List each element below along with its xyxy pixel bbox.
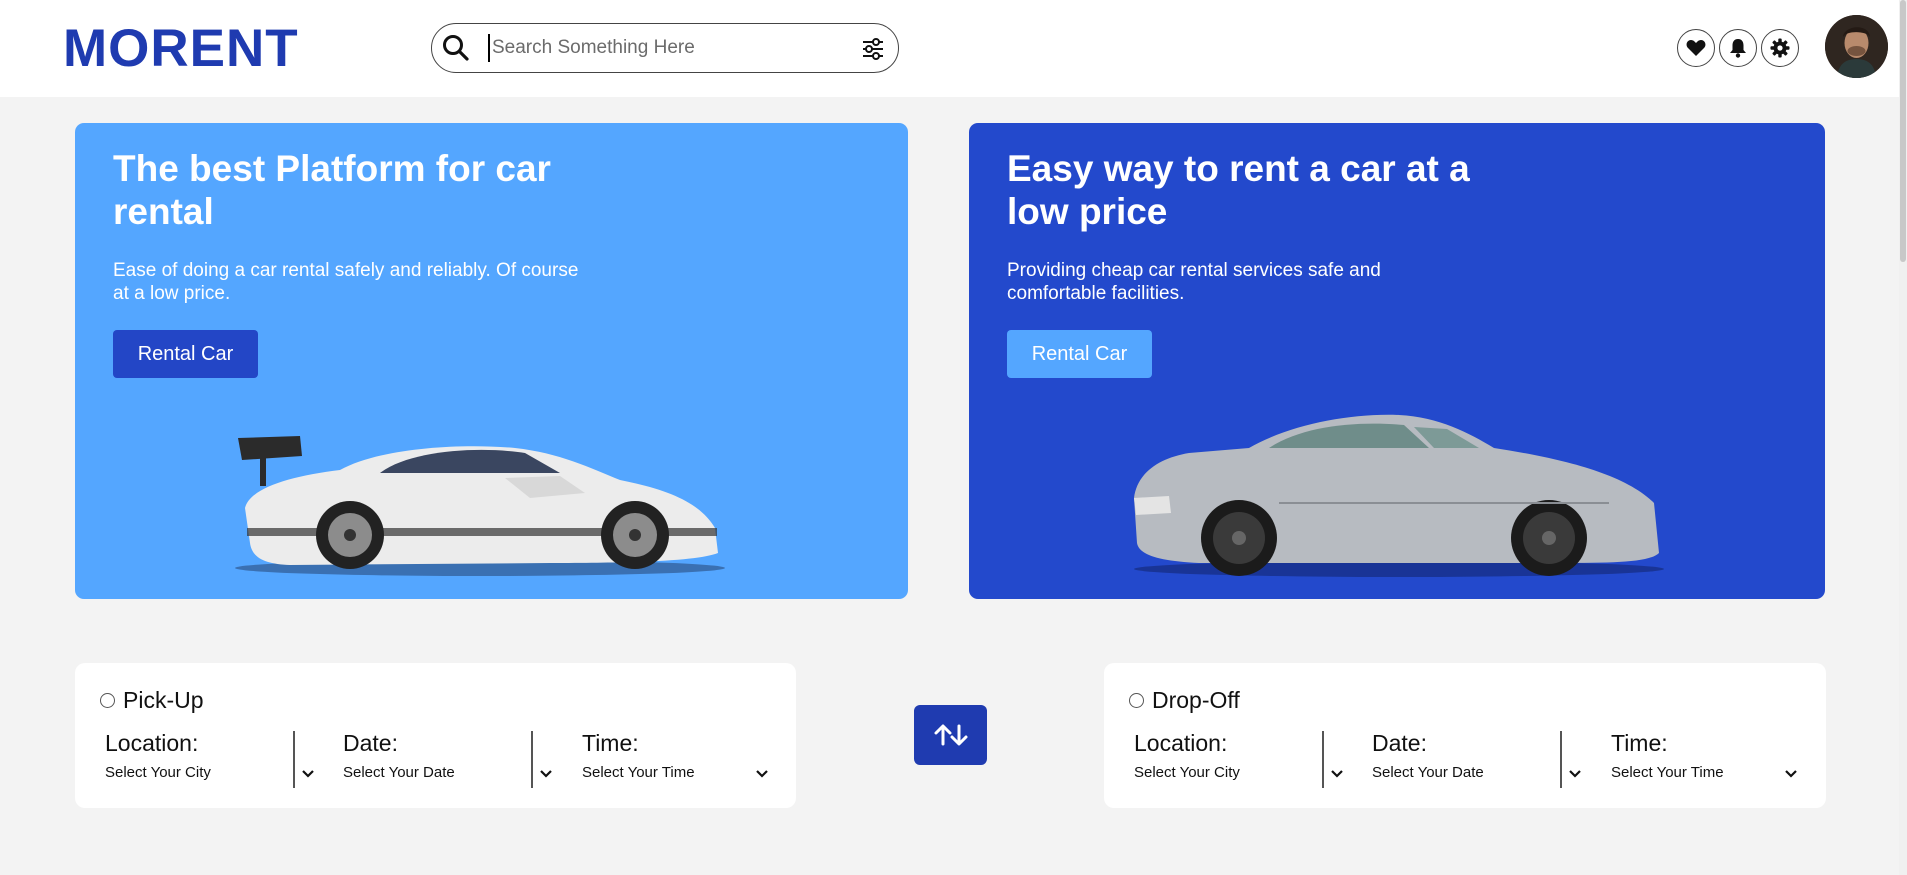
filter-icon[interactable] bbox=[860, 36, 886, 62]
search-input[interactable] bbox=[488, 34, 828, 62]
chevron-down-icon bbox=[540, 770, 552, 778]
scrollbar-thumb[interactable] bbox=[1900, 0, 1906, 262]
bell-icon bbox=[1730, 39, 1746, 58]
date-label: Date: bbox=[343, 730, 398, 756]
dropoff-time-select[interactable]: Time: Select Your Time bbox=[1611, 730, 1808, 793]
search-bar bbox=[431, 23, 899, 73]
pickup-location-select[interactable]: Location: Select Your City bbox=[105, 730, 325, 793]
pickup-title: Pick-Up bbox=[123, 687, 204, 713]
dropoff-location-select[interactable]: Location: Select Your City bbox=[1134, 730, 1354, 793]
chevron-down-icon bbox=[302, 770, 314, 778]
date-value: Select Your Date bbox=[1372, 764, 1484, 781]
field-divider bbox=[531, 731, 533, 788]
field-divider bbox=[293, 731, 295, 788]
hero-card-low-price: Easy way to rent a car at a low price Pr… bbox=[969, 123, 1825, 599]
location-label: Location: bbox=[105, 730, 199, 756]
time-value: Select Your Time bbox=[1611, 764, 1724, 781]
date-label: Date: bbox=[1372, 730, 1427, 756]
rental-car-button[interactable]: Rental Car bbox=[1007, 330, 1152, 378]
chevron-down-icon bbox=[756, 770, 768, 778]
hero-title: The best Platform for car rental bbox=[113, 148, 551, 232]
gear-icon bbox=[1770, 38, 1790, 58]
pickup-radio[interactable] bbox=[100, 693, 115, 708]
hero-description: Ease of doing a car rental safely and re… bbox=[113, 260, 579, 304]
heart-icon bbox=[1686, 40, 1706, 56]
location-value: Select Your City bbox=[105, 764, 211, 781]
time-label: Time: bbox=[1611, 730, 1668, 756]
dropoff-radio[interactable] bbox=[1129, 693, 1144, 708]
favorites-button[interactable] bbox=[1677, 29, 1715, 67]
dropoff-header[interactable]: Drop-Off bbox=[1129, 687, 1240, 714]
notifications-button[interactable] bbox=[1719, 29, 1757, 67]
chevron-down-icon bbox=[1785, 770, 1797, 778]
time-label: Time: bbox=[582, 730, 639, 756]
field-divider bbox=[1322, 731, 1324, 788]
time-value: Select Your Time bbox=[582, 764, 695, 781]
dropoff-date-select[interactable]: Date: Select Your Date bbox=[1372, 730, 1592, 793]
pickup-date-select[interactable]: Date: Select Your Date bbox=[343, 730, 563, 793]
pickup-header[interactable]: Pick-Up bbox=[100, 687, 204, 714]
silver-sports-car-image bbox=[1134, 414, 1664, 577]
swap-locations-button[interactable] bbox=[914, 705, 987, 765]
hero-card-platform: The best Platform for car rental Ease of… bbox=[75, 123, 908, 599]
chevron-down-icon bbox=[1569, 770, 1581, 778]
settings-button[interactable] bbox=[1761, 29, 1799, 67]
field-divider bbox=[1560, 731, 1562, 788]
chevron-down-icon bbox=[1331, 770, 1343, 778]
dropoff-panel: Drop-Off Location: Select Your City Date… bbox=[1104, 663, 1826, 808]
pickup-panel: Pick-Up Location: Select Your City Date:… bbox=[75, 663, 796, 808]
search-icon[interactable] bbox=[441, 33, 471, 63]
hero-title: Easy way to rent a car at a low price bbox=[1007, 148, 1470, 232]
pickup-time-select[interactable]: Time: Select Your Time bbox=[582, 730, 779, 793]
vertical-scrollbar[interactable] bbox=[1899, 0, 1907, 875]
rental-car-button[interactable]: Rental Car bbox=[113, 330, 258, 378]
white-sports-car-image bbox=[235, 436, 725, 576]
hero-description: Providing cheap car rental services safe… bbox=[1007, 260, 1381, 304]
avatar-image bbox=[1825, 15, 1888, 78]
swap-icon bbox=[934, 724, 967, 746]
top-navbar: MORENT bbox=[0, 0, 1907, 97]
avatar[interactable] bbox=[1825, 15, 1888, 78]
dropoff-title: Drop-Off bbox=[1152, 687, 1240, 713]
location-label: Location: bbox=[1134, 730, 1228, 756]
location-value: Select Your City bbox=[1134, 764, 1240, 781]
logo[interactable]: MORENT bbox=[63, 18, 299, 79]
date-value: Select Your Date bbox=[343, 764, 455, 781]
